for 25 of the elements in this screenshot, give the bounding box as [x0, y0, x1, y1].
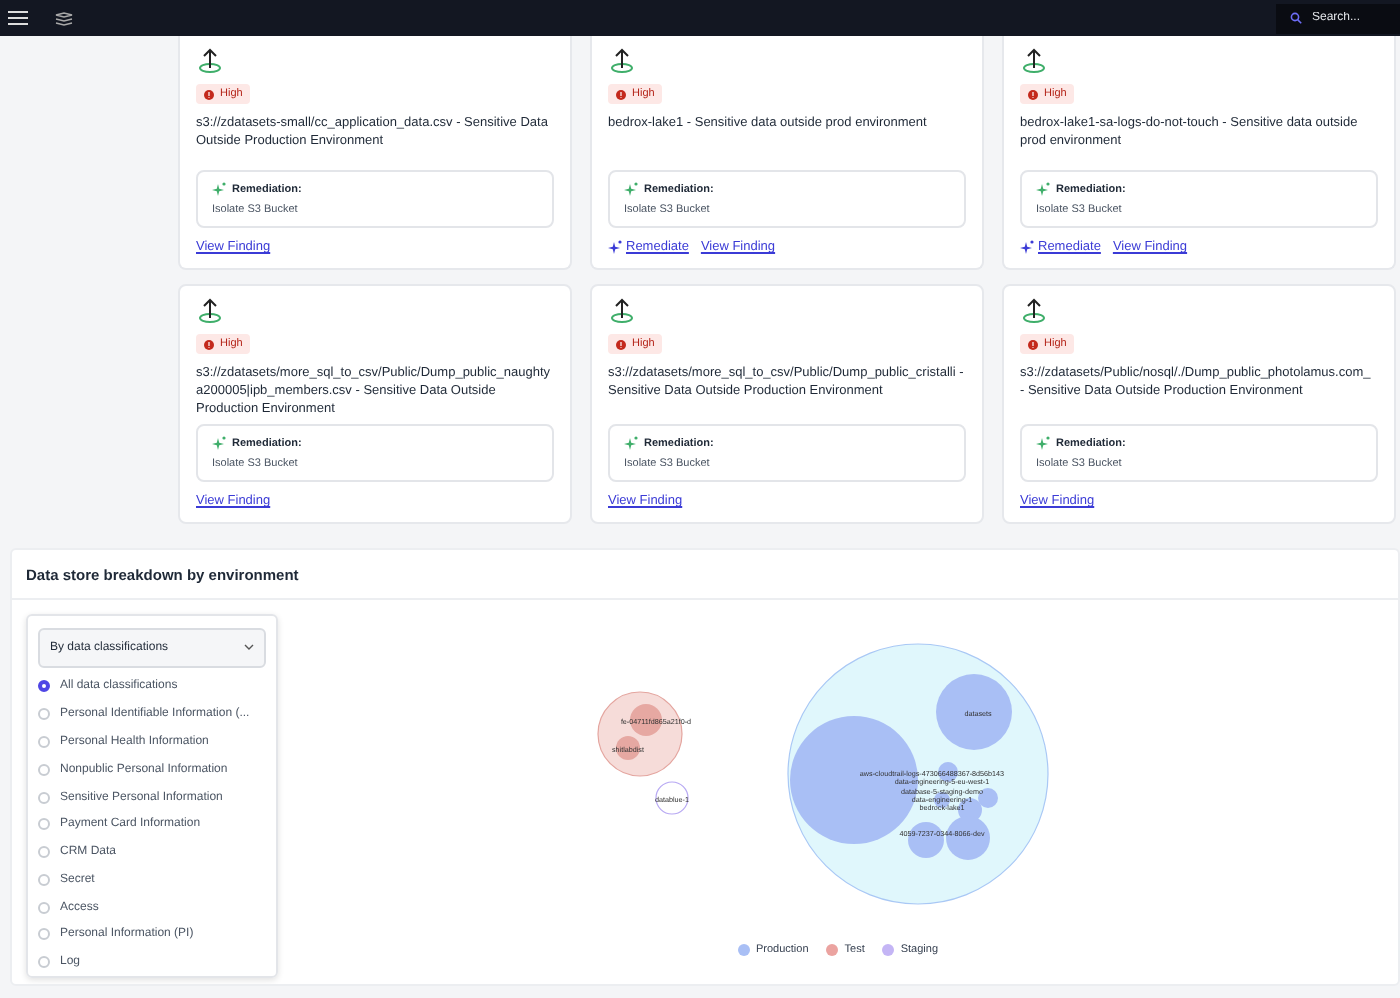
alert-icon: [616, 89, 626, 99]
alert-icon: [204, 339, 214, 349]
menu-icon[interactable]: [8, 10, 28, 26]
upload-icon: [610, 298, 634, 324]
sparkle-icon: [212, 182, 226, 196]
upload-icon: [610, 48, 634, 74]
alert-icon: [616, 339, 626, 349]
chevron-down-icon: [244, 644, 254, 651]
search-icon: [1290, 12, 1302, 24]
sparkle-icon: [1020, 240, 1034, 254]
alert-icon: [204, 89, 214, 99]
logo-icon[interactable]: [54, 11, 74, 25]
upload-icon: [1022, 48, 1046, 74]
upload-icon: [198, 298, 222, 324]
sparkle-icon: [624, 436, 638, 450]
alert-icon: [1028, 339, 1038, 349]
sparkle-icon: [212, 436, 226, 450]
alert-icon: [1028, 89, 1038, 99]
sparkle-icon: [1036, 182, 1050, 196]
sparkle-icon: [608, 240, 622, 254]
sparkle-icon: [1036, 436, 1050, 450]
upload-icon: [198, 48, 222, 74]
sparkle-icon: [624, 182, 638, 196]
upload-icon: [1022, 298, 1046, 324]
radio-button[interactable]: [38, 680, 50, 693]
